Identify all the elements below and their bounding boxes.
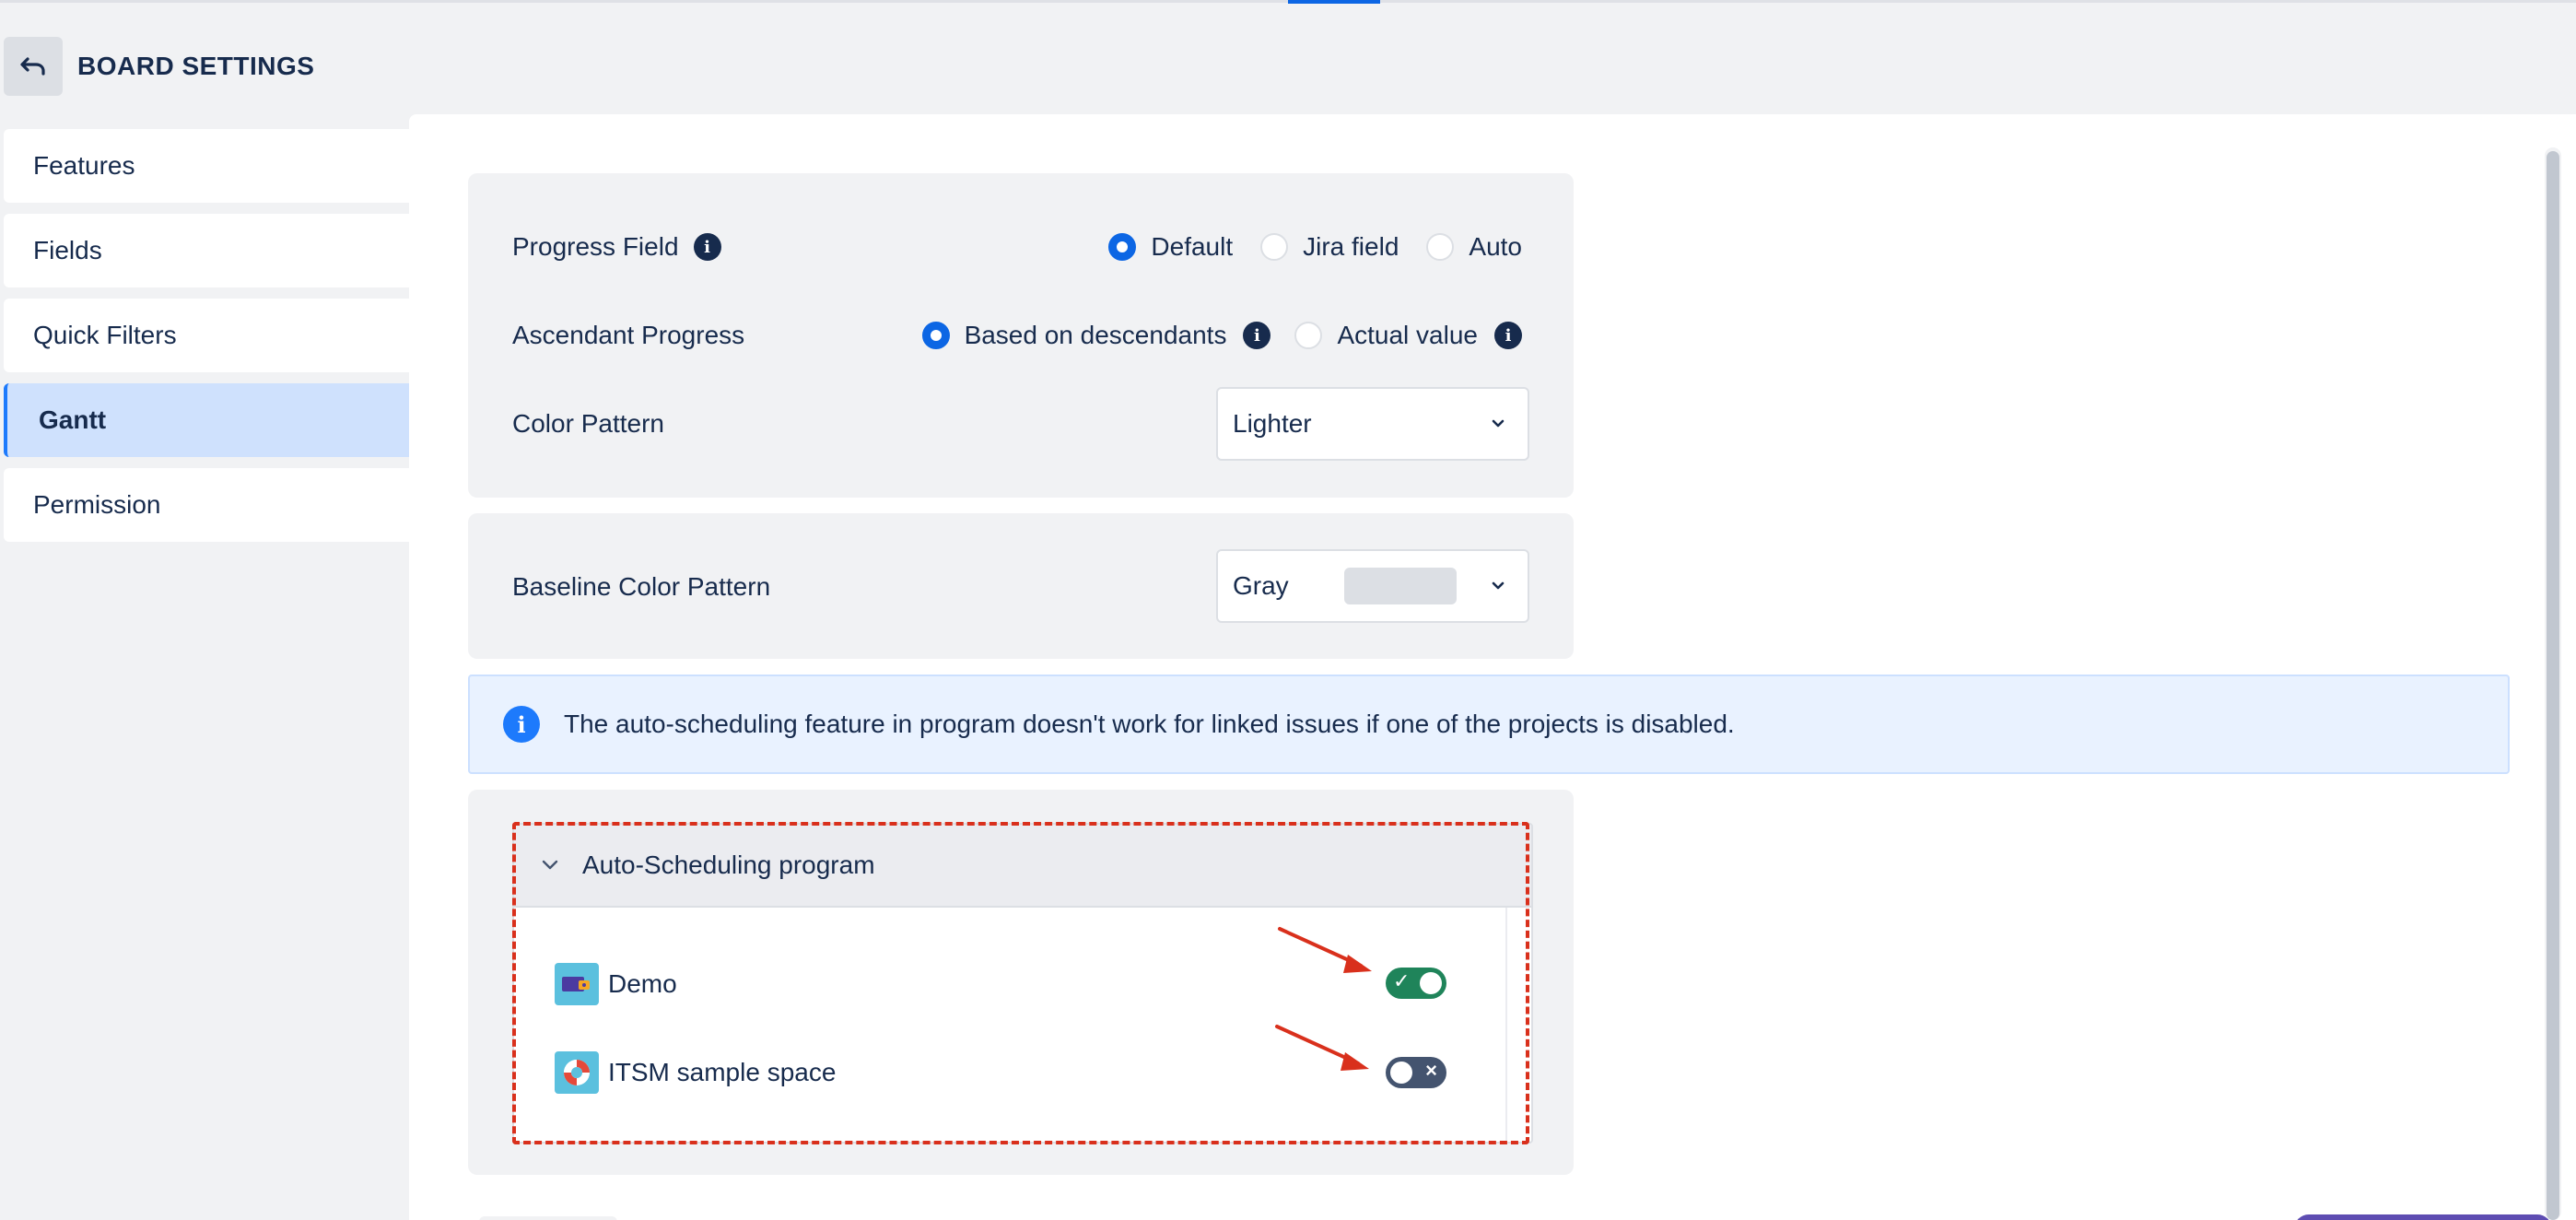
project-row-demo: Demo bbox=[555, 963, 677, 1005]
radio-jira-field[interactable] bbox=[1260, 233, 1289, 261]
progress-field-row: Progress Field i bbox=[512, 229, 721, 265]
project-avatar-icon bbox=[555, 963, 599, 1005]
auto-scheduling-card: Auto-Scheduling program Demo ✓ ITSM samp… bbox=[468, 790, 1574, 1175]
toggle-knob bbox=[1420, 972, 1442, 994]
progress-settings-card: Progress Field i Default Jira field Auto… bbox=[468, 173, 1574, 498]
active-tab-indicator bbox=[1288, 0, 1380, 4]
undo-arrow-icon bbox=[20, 57, 45, 76]
color-swatch bbox=[1343, 568, 1457, 604]
progress-field-radio-group: Default Jira field Auto bbox=[1108, 229, 1522, 265]
page-header: BOARD SETTINGS bbox=[4, 37, 314, 96]
check-icon: ✓ bbox=[1393, 969, 1411, 992]
info-icon[interactable]: i bbox=[693, 233, 721, 261]
progress-field-label: Progress Field bbox=[512, 232, 679, 261]
project-name: ITSM sample space bbox=[608, 1058, 837, 1086]
radio-auto[interactable] bbox=[1426, 233, 1455, 261]
baseline-color-pattern-label: Baseline Color Pattern bbox=[512, 572, 771, 601]
baseline-settings-card: Baseline Color Pattern Gray bbox=[468, 513, 1574, 659]
project-itsm-toggle[interactable]: × bbox=[1386, 1057, 1446, 1088]
baseline-color-pattern-row: Baseline Color Pattern bbox=[512, 569, 770, 605]
scrollbar-thumb[interactable] bbox=[2547, 151, 2559, 1220]
info-icon: i bbox=[503, 706, 540, 743]
footer-secondary-button[interactable] bbox=[479, 1216, 617, 1220]
radio-auto-label[interactable]: Auto bbox=[1469, 232, 1522, 262]
project-row-itsm: ITSM sample space bbox=[555, 1051, 836, 1094]
project-demo-icon bbox=[562, 977, 590, 991]
lifebuoy-icon bbox=[564, 1060, 590, 1085]
back-button[interactable] bbox=[4, 37, 63, 96]
page-title: BOARD SETTINGS bbox=[77, 52, 315, 80]
sidebar-item-gantt[interactable]: Gantt bbox=[4, 383, 409, 457]
sidebar-item-features[interactable]: Features bbox=[4, 129, 409, 203]
ascendant-progress-row: Ascendant Progress bbox=[512, 317, 744, 354]
baseline-color-pattern-value: Gray bbox=[1233, 571, 1289, 600]
info-banner: i The auto-scheduling feature in program… bbox=[468, 675, 2510, 774]
radio-actual-value[interactable] bbox=[1294, 322, 1323, 349]
radio-jira-field-label[interactable]: Jira field bbox=[1303, 232, 1399, 262]
footer-primary-button[interactable] bbox=[2294, 1214, 2552, 1220]
settings-sidebar: Features Fields Quick Filters Gantt Perm… bbox=[4, 129, 409, 553]
color-pattern-select[interactable]: Lighter bbox=[1216, 387, 1529, 461]
radio-actual-value-label[interactable]: Actual value bbox=[1337, 321, 1478, 350]
radio-based-on-descendants-label[interactable]: Based on descendants bbox=[965, 321, 1227, 350]
project-avatar-icon bbox=[555, 1051, 599, 1094]
ascendant-progress-label: Ascendant Progress bbox=[512, 321, 745, 349]
project-name: Demo bbox=[608, 969, 677, 998]
radio-default[interactable] bbox=[1108, 233, 1137, 261]
baseline-color-pattern-select[interactable]: Gray bbox=[1216, 549, 1529, 623]
project-demo-toggle[interactable]: ✓ bbox=[1386, 968, 1446, 999]
radio-based-on-descendants[interactable] bbox=[921, 322, 950, 349]
info-icon[interactable]: i bbox=[1243, 322, 1271, 349]
panel-scroll-divider bbox=[1505, 908, 1507, 1142]
color-pattern-label: Color Pattern bbox=[512, 409, 664, 438]
chevron-down-icon[interactable] bbox=[540, 855, 560, 875]
ascendant-progress-radio-group: Based on descendants i Actual value i bbox=[921, 317, 1522, 354]
radio-default-label[interactable]: Default bbox=[1151, 232, 1233, 262]
auto-scheduling-title: Auto-Scheduling program bbox=[582, 850, 875, 879]
info-icon[interactable]: i bbox=[1494, 322, 1522, 349]
chevron-down-icon bbox=[1492, 581, 1505, 590]
info-banner-message: The auto-scheduling feature in program d… bbox=[564, 710, 1735, 738]
toggle-knob bbox=[1390, 1062, 1412, 1084]
sidebar-item-quick-filters[interactable]: Quick Filters bbox=[4, 299, 409, 372]
color-pattern-row: Color Pattern bbox=[512, 405, 664, 442]
auto-scheduling-header[interactable]: Auto-Scheduling program bbox=[514, 825, 1531, 908]
sidebar-item-permission[interactable]: Permission bbox=[4, 468, 409, 542]
color-pattern-value: Lighter bbox=[1233, 409, 1312, 438]
sidebar-item-fields[interactable]: Fields bbox=[4, 214, 409, 287]
chevron-down-icon bbox=[1492, 419, 1505, 428]
close-icon: × bbox=[1425, 1059, 1437, 1082]
auto-scheduling-panel: Auto-Scheduling program Demo ✓ ITSM samp… bbox=[512, 823, 1533, 1144]
